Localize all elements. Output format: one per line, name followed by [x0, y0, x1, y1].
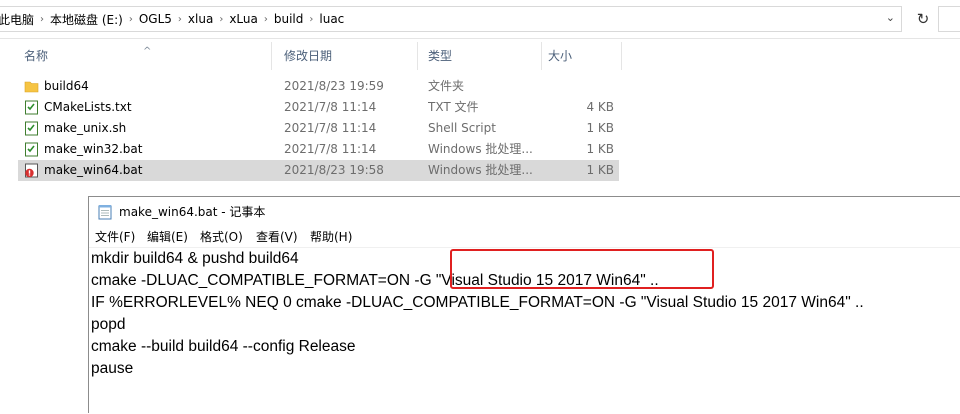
notepad-menu-bar: 文件(F) 编辑(E) 格式(O) 查看(V) 帮助(H)	[89, 227, 960, 248]
file-size: 1 KB	[586, 121, 614, 135]
text-line: pause	[91, 360, 134, 377]
batch-file-icon	[25, 142, 38, 157]
text-line: IF %ERRORLEVEL% NEQ 0 cmake -DLUAC_COMPA…	[91, 294, 864, 311]
chevron-right-icon: ›	[177, 13, 182, 25]
column-headers: 名称 ^ 修改日期 类型 大小	[0, 42, 960, 70]
chevron-right-icon: ›	[309, 13, 314, 25]
notepad-title: make_win64.bat - 记事本	[119, 205, 266, 219]
highlight-annotation	[450, 249, 714, 289]
column-header-type[interactable]: 类型	[418, 42, 542, 70]
file-date: 2021/7/8 11:14	[284, 142, 377, 156]
menu-format[interactable]: 格式(O)	[200, 227, 243, 247]
column-header-size[interactable]: 大小	[542, 42, 622, 70]
folder-icon	[24, 81, 39, 93]
chevron-down-icon[interactable]: ⌄	[886, 11, 895, 24]
file-type: 文件夹	[428, 79, 465, 93]
breadcrumb-build[interactable]: build	[270, 12, 308, 26]
menu-help[interactable]: 帮助(H)	[310, 227, 352, 247]
shell-script-icon	[25, 121, 38, 136]
file-date: 2021/8/23 19:58	[284, 163, 384, 177]
file-date: 2021/7/8 11:14	[284, 100, 377, 114]
column-header-size-label: 大小	[548, 49, 573, 63]
breadcrumb-ogl5[interactable]: OGL5	[135, 12, 176, 26]
table-row[interactable]: make_win32.bat 2021/7/8 11:14 Windows 批处…	[18, 139, 619, 160]
chevron-right-icon: ›	[219, 13, 224, 25]
text-line: cmake --build build64 --config Release	[91, 338, 356, 355]
file-type: TXT 文件	[428, 100, 479, 114]
file-name: CMakeLists.txt	[44, 100, 132, 114]
chevron-right-icon: ›	[263, 13, 268, 25]
refresh-icon[interactable]: ↻	[910, 6, 936, 32]
file-name: make_win32.bat	[44, 142, 143, 156]
file-name: make_win64.bat	[44, 163, 143, 177]
file-type: Shell Script	[428, 121, 496, 135]
menu-view[interactable]: 查看(V)	[256, 227, 298, 247]
breadcrumb[interactable]: 此电脑 › 本地磁盘 (E:) › OGL5 › xlua › xLua › b…	[0, 6, 902, 32]
menu-file[interactable]: 文件(F)	[95, 227, 135, 247]
breadcrumb-xlua-2[interactable]: xLua	[225, 12, 262, 26]
table-row[interactable]: build64 2021/8/23 19:59 文件夹	[18, 76, 619, 97]
file-date: 2021/8/23 19:59	[284, 79, 384, 93]
column-header-date-label: 修改日期	[284, 49, 333, 63]
column-header-name[interactable]: 名称 ^	[0, 42, 272, 70]
search-input[interactable]	[938, 6, 960, 32]
text-line: popd	[91, 316, 126, 333]
menu-edit[interactable]: 编辑(E)	[147, 227, 188, 247]
notepad-window: make_win64.bat - 记事本 文件(F) 编辑(E) 格式(O) 查…	[88, 196, 960, 413]
text-line: mkdir build64 & pushd build64	[91, 250, 299, 267]
file-size: 1 KB	[586, 163, 614, 177]
breadcrumb-luac[interactable]: luac	[315, 12, 348, 26]
breadcrumb-drive-e[interactable]: 本地磁盘 (E:)	[46, 11, 127, 28]
table-row[interactable]: make_unix.sh 2021/7/8 11:14 Shell Script…	[18, 118, 619, 139]
batch-file-error-icon	[25, 163, 38, 178]
column-header-name-label: 名称	[24, 49, 49, 63]
column-header-type-label: 类型	[428, 49, 453, 63]
file-name: build64	[44, 79, 89, 93]
breadcrumb-xlua[interactable]: xlua	[184, 12, 217, 26]
sort-up-icon: ^	[143, 46, 152, 57]
notepad-title-bar[interactable]: make_win64.bat - 记事本	[89, 197, 960, 227]
table-row[interactable]: make_win64.bat 2021/8/23 19:58 Windows 批…	[18, 160, 619, 181]
text-file-icon	[25, 100, 38, 115]
file-size: 1 KB	[586, 142, 614, 156]
address-bar: 此电脑 › 本地磁盘 (E:) › OGL5 › xlua › xLua › b…	[0, 0, 960, 39]
chevron-right-icon: ›	[128, 13, 133, 25]
file-type: Windows 批处理...	[428, 163, 533, 177]
notepad-icon	[98, 205, 112, 220]
table-row[interactable]: CMakeLists.txt 2021/7/8 11:14 TXT 文件 4 K…	[18, 97, 619, 118]
column-header-date[interactable]: 修改日期	[272, 42, 418, 70]
file-date: 2021/7/8 11:14	[284, 121, 377, 135]
breadcrumb-this-pc[interactable]: 此电脑	[0, 11, 38, 28]
file-name: make_unix.sh	[44, 121, 127, 135]
chevron-right-icon: ›	[40, 13, 45, 25]
file-size: 4 KB	[586, 100, 614, 114]
file-type: Windows 批处理...	[428, 142, 533, 156]
